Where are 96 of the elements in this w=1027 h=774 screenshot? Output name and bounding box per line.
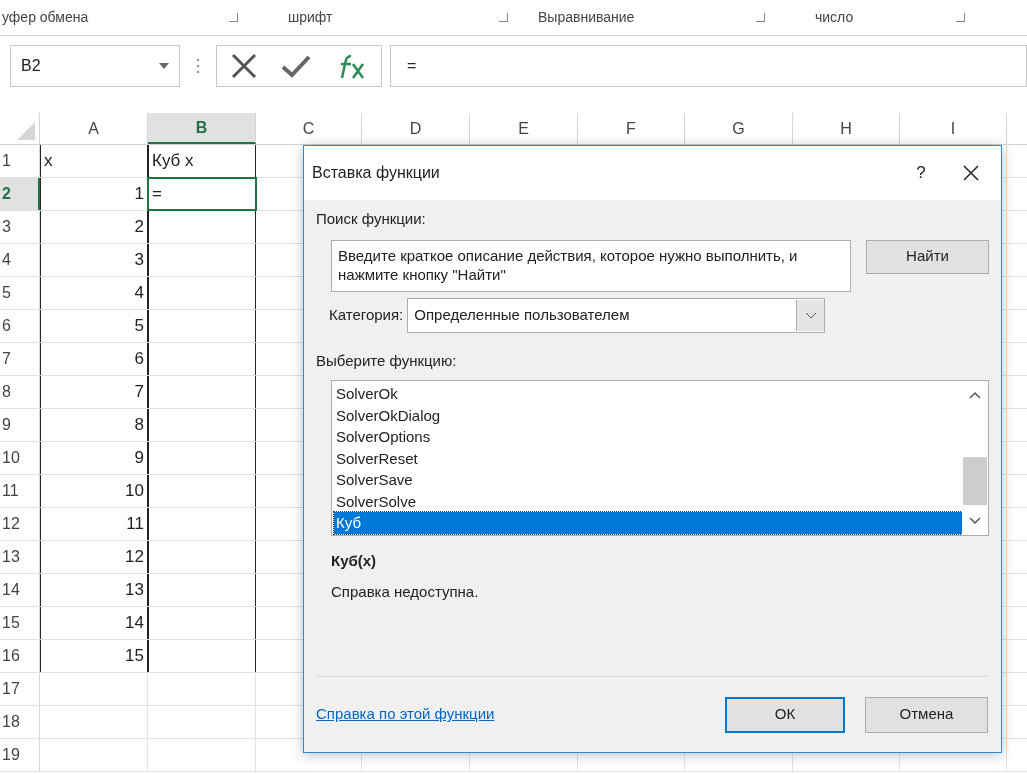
column-header[interactable]: C bbox=[256, 113, 362, 144]
table-cell[interactable] bbox=[148, 475, 256, 507]
table-cell[interactable] bbox=[148, 574, 256, 606]
dialog-launcher-icon[interactable] bbox=[956, 13, 965, 22]
ribbon-group-label: Выравнивание bbox=[538, 8, 635, 27]
column-header[interactable]: G bbox=[685, 113, 793, 144]
dialog-launcher-icon[interactable] bbox=[499, 13, 508, 22]
row-header[interactable]: 5 bbox=[0, 277, 40, 309]
column-header[interactable]: D bbox=[362, 113, 470, 144]
row-header[interactable]: 3 bbox=[0, 211, 40, 243]
dialog-launcher-icon[interactable] bbox=[229, 13, 238, 22]
function-signature: Куб(x) bbox=[331, 551, 378, 571]
name-box[interactable]: B2 bbox=[10, 45, 180, 87]
table-cell[interactable]: x bbox=[40, 145, 148, 177]
row-header[interactable]: 12 bbox=[0, 508, 40, 540]
table-cell[interactable]: 11 bbox=[40, 508, 148, 540]
table-cell[interactable] bbox=[148, 211, 256, 243]
column-header[interactable]: H bbox=[793, 113, 900, 144]
table-cell[interactable] bbox=[148, 343, 256, 375]
ok-button[interactable]: ОК bbox=[725, 696, 845, 733]
column-header[interactable]: F bbox=[578, 113, 685, 144]
table-cell[interactable]: 6 bbox=[40, 343, 148, 375]
cancel-button[interactable]: Отмена bbox=[865, 696, 988, 733]
row-header[interactable]: 8 bbox=[0, 376, 40, 408]
find-button[interactable]: Найти bbox=[866, 239, 989, 274]
help-link[interactable]: Справка по этой функции bbox=[316, 703, 495, 726]
row-header[interactable]: 11 bbox=[0, 475, 40, 507]
table-cell[interactable]: = bbox=[148, 178, 256, 210]
table-cell[interactable]: 13 bbox=[40, 574, 148, 606]
close-icon bbox=[963, 165, 979, 181]
function-description: Справка недоступна. bbox=[331, 581, 480, 602]
ribbon-group-label: число bbox=[815, 8, 854, 27]
ribbon-group-label: уфер обмена bbox=[2, 8, 89, 27]
table-cell[interactable]: 4 bbox=[40, 277, 148, 309]
category-label: Категория: bbox=[329, 304, 404, 325]
chevron-down-icon bbox=[804, 311, 817, 319]
table-cell[interactable]: 2 bbox=[40, 211, 148, 243]
function-list-item[interactable]: SolverSave bbox=[334, 469, 962, 491]
row-header[interactable]: 2 bbox=[0, 178, 40, 210]
table-cell[interactable]: 12 bbox=[40, 541, 148, 573]
function-list-item[interactable]: SolverOkDialog bbox=[334, 404, 962, 426]
table-cell[interactable] bbox=[148, 607, 256, 639]
table-cell[interactable] bbox=[148, 376, 256, 408]
row-header[interactable]: 19 bbox=[0, 739, 40, 771]
dropdown-caret-icon bbox=[159, 63, 169, 69]
select-all-icon[interactable] bbox=[17, 122, 35, 140]
row-header[interactable]: 10 bbox=[0, 442, 40, 474]
table-cell[interactable] bbox=[148, 508, 256, 540]
table-cell[interactable] bbox=[148, 277, 256, 309]
search-label: Поиск функции: bbox=[316, 209, 427, 229]
row-header[interactable]: 1 bbox=[0, 145, 40, 177]
table-cell[interactable]: 7 bbox=[40, 376, 148, 408]
row-header[interactable]: 16 bbox=[0, 640, 40, 672]
category-select[interactable]: Определенные пользователем bbox=[407, 297, 826, 333]
table-cell[interactable]: 15 bbox=[40, 640, 148, 672]
row-header[interactable]: 13 bbox=[0, 541, 40, 573]
help-button[interactable]: ? bbox=[901, 160, 941, 186]
row-header[interactable]: 4 bbox=[0, 244, 40, 276]
table-cell[interactable]: 10 bbox=[40, 475, 148, 507]
column-header[interactable]: E bbox=[470, 113, 578, 144]
check-icon[interactable] bbox=[281, 54, 311, 78]
table-cell[interactable]: 8 bbox=[40, 409, 148, 441]
function-list-item[interactable]: Куб bbox=[334, 512, 962, 534]
cancel-icon[interactable] bbox=[231, 53, 257, 79]
row-header[interactable]: 15 bbox=[0, 607, 40, 639]
row-header[interactable]: 18 bbox=[0, 706, 40, 738]
row-header[interactable]: 17 bbox=[0, 673, 40, 705]
table-cell[interactable]: 14 bbox=[40, 607, 148, 639]
function-list-item[interactable]: SolverOk bbox=[334, 383, 962, 405]
dialog-launcher-icon[interactable] bbox=[756, 13, 765, 22]
ribbon-group-label: шрифт bbox=[288, 8, 333, 27]
function-list-item[interactable]: SolverReset bbox=[334, 447, 962, 469]
row-header[interactable]: 14 bbox=[0, 574, 40, 606]
column-header[interactable]: B bbox=[148, 113, 256, 144]
table-cell[interactable] bbox=[148, 244, 256, 276]
row-header[interactable]: 7 bbox=[0, 343, 40, 375]
list-label: Выберите функцию: bbox=[316, 350, 458, 371]
function-list-item[interactable]: SolverOptions bbox=[334, 426, 962, 448]
dialog-title: Вставка функции bbox=[312, 163, 440, 183]
table-cell[interactable] bbox=[148, 640, 256, 672]
table-cell[interactable] bbox=[148, 409, 256, 441]
row-header[interactable]: 6 bbox=[0, 310, 40, 342]
grip-icon bbox=[196, 58, 200, 74]
table-cell[interactable]: 1 bbox=[40, 178, 148, 210]
row-header[interactable]: 9 bbox=[0, 409, 40, 441]
table-cell[interactable]: Куб x bbox=[148, 145, 256, 177]
table-cell[interactable] bbox=[148, 442, 256, 474]
table-cell[interactable]: 3 bbox=[40, 244, 148, 276]
formula-field[interactable]: = bbox=[390, 45, 1027, 87]
table-cell[interactable] bbox=[148, 310, 256, 342]
table-cell[interactable]: 5 bbox=[40, 310, 148, 342]
search-field[interactable]: Введите краткое описание действия, которое нужно выполнить, и нажмите кнопку "Найти" bbox=[331, 239, 851, 292]
table-cell[interactable]: 9 bbox=[40, 442, 148, 474]
column-header[interactable]: I bbox=[900, 113, 1007, 144]
table-cell[interactable] bbox=[148, 541, 256, 573]
function-list-item[interactable]: SolverSolve bbox=[334, 490, 962, 512]
